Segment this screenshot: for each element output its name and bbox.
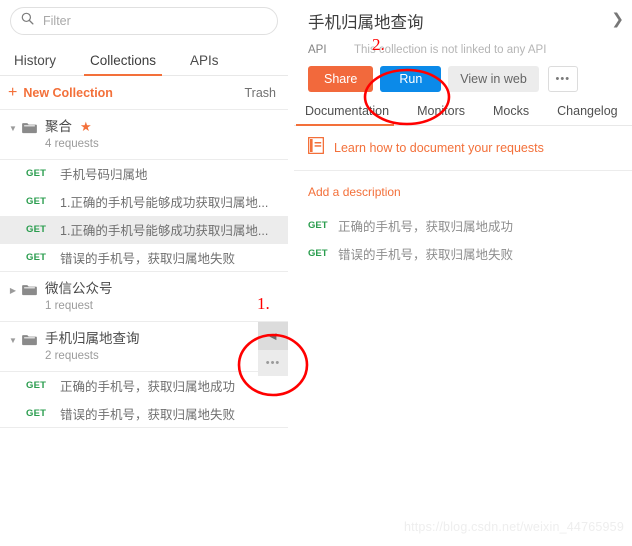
collapse-sidebar-button[interactable]: ◀ xyxy=(258,322,288,350)
collection-row-phone-lookup[interactable]: ▼ 手机归属地查询 2 requests ◀ ••• xyxy=(0,322,288,376)
search-icon xyxy=(21,12,34,30)
ellipsis-icon: ••• xyxy=(555,73,571,85)
close-icon[interactable]: ❯ xyxy=(611,12,624,27)
list-item[interactable]: GET 手机号码归属地 xyxy=(0,160,288,188)
request-name: 手机号码归属地 xyxy=(60,168,148,182)
tab-monitors[interactable]: Monitors xyxy=(408,104,474,125)
collection-more-button[interactable]: ••• xyxy=(258,350,288,376)
request-method: GET xyxy=(26,224,47,235)
list-item[interactable]: GET 1.正确的手机号能够成功获取归属地... xyxy=(0,216,288,244)
sidebar-action-row: + New Collection Trash xyxy=(0,76,288,110)
api-label: API xyxy=(308,44,327,56)
list-item[interactable]: GET 1.正确的手机号能够成功获取归属地... xyxy=(0,188,288,216)
run-button[interactable]: Run xyxy=(380,66,442,92)
list-item[interactable]: GET 正确的手机号，获取归属地成功 xyxy=(294,211,632,239)
folder-icon xyxy=(22,283,37,301)
list-item[interactable]: GET 错误的手机号，获取归属地失败 xyxy=(294,239,632,267)
postman-window: History Collections APIs + New Collectio… xyxy=(0,0,632,546)
collection-meta: 手机归属地查询 2 requests xyxy=(45,330,282,363)
tab-documentation[interactable]: Documentation xyxy=(296,104,398,126)
detail-more-button[interactable]: ••• xyxy=(547,66,578,92)
request-method: GET xyxy=(26,168,47,179)
collection-request-count: 2 requests xyxy=(45,350,99,362)
request-method: GET xyxy=(26,380,47,391)
request-name: 错误的手机号，获取归属地失败 xyxy=(60,408,236,422)
tab-changelog[interactable]: Changelog xyxy=(548,104,626,125)
collection-name: 手机归属地查询 xyxy=(45,330,282,347)
collection-meta: 微信公众号 1 request xyxy=(45,280,282,313)
request-method: GET xyxy=(26,252,47,263)
request-name: 错误的手机号，获取归属地失败 xyxy=(60,252,236,266)
star-icon[interactable]: ★ xyxy=(80,120,92,133)
sidebar-tabs: History Collections APIs xyxy=(0,42,288,76)
request-method: GET xyxy=(308,247,328,259)
detail-button-row: Share Run View in web ••• xyxy=(308,66,618,92)
list-item[interactable]: GET 正确的手机号，获取归属地成功 xyxy=(0,372,288,400)
learn-documentation-link[interactable]: Learn how to document your requests xyxy=(294,126,632,171)
page-title: 手机归属地查询 xyxy=(308,14,424,32)
detail-tabs: Documentation Monitors Mocks Changelog xyxy=(294,104,632,126)
request-name: 正确的手机号，获取归属地成功 xyxy=(60,380,236,394)
new-collection-label: New Collection xyxy=(23,85,113,100)
collection-detail-panel: 手机归属地查询 ❯ API This collection is not lin… xyxy=(294,0,632,546)
collection-meta: 聚合 ★ 4 requests xyxy=(45,118,282,151)
request-name: 1.正确的手机号能够成功获取归属地... xyxy=(60,196,269,210)
collection-name: 聚合 ★ xyxy=(45,118,282,135)
trash-button[interactable]: Trash xyxy=(245,86,277,100)
search-row xyxy=(0,0,288,42)
request-method: GET xyxy=(26,196,47,207)
folder-icon xyxy=(22,121,37,139)
caret-right-icon[interactable]: ▶ xyxy=(6,280,20,300)
detail-header: 手机归属地查询 ❯ API This collection is not lin… xyxy=(294,0,632,92)
tab-history[interactable]: History xyxy=(4,53,66,75)
collection-title: 聚合 xyxy=(45,119,72,134)
collection-tree: ▼ 聚合 ★ 4 requests GET 手机号码归属地 GET 1.正确的手… xyxy=(0,110,288,428)
request-name: 正确的手机号，获取归属地成功 xyxy=(338,219,514,234)
book-icon xyxy=(307,136,325,159)
ellipsis-icon: ••• xyxy=(265,357,281,369)
folder-icon xyxy=(22,333,37,351)
collection-request-count: 4 requests xyxy=(45,138,99,150)
collection-title: 微信公众号 xyxy=(45,281,113,296)
search-input[interactable] xyxy=(41,13,267,29)
list-item[interactable]: GET 错误的手机号，获取归属地失败 xyxy=(0,244,288,272)
list-item[interactable]: GET 错误的手机号，获取归属地失败 xyxy=(0,400,288,428)
api-link-status: This collection is not linked to any API xyxy=(354,44,547,56)
request-method: GET xyxy=(26,408,47,419)
collection-hover-actions: ◀ ••• xyxy=(258,322,288,376)
chevron-left-icon: ◀ xyxy=(269,330,277,341)
tab-apis[interactable]: APIs xyxy=(180,53,229,75)
collection-title: 手机归属地查询 xyxy=(45,331,140,346)
watermark: https://blog.csdn.net/weixin_44765959 xyxy=(403,520,624,534)
share-button[interactable]: Share xyxy=(308,66,374,92)
request-name: 错误的手机号，获取归属地失败 xyxy=(338,247,514,262)
request-method: GET xyxy=(308,219,328,231)
request-name: 1.正确的手机号能够成功获取归属地... xyxy=(60,224,269,238)
tab-collections[interactable]: Collections xyxy=(80,53,166,76)
detail-request-list: GET 正确的手机号，获取归属地成功 GET 错误的手机号，获取归属地失败 xyxy=(294,199,632,267)
learn-documentation-label: Learn how to document your requests xyxy=(334,141,544,155)
api-link-row: API This collection is not linked to any… xyxy=(308,44,618,56)
caret-down-icon[interactable]: ▼ xyxy=(6,118,20,138)
add-description-link[interactable]: Add a description xyxy=(294,171,632,199)
sidebar: History Collections APIs + New Collectio… xyxy=(0,0,288,546)
collection-row-juhe[interactable]: ▼ 聚合 ★ 4 requests xyxy=(0,110,288,160)
tab-mocks[interactable]: Mocks xyxy=(484,104,538,125)
collection-name: 微信公众号 xyxy=(45,280,282,297)
caret-down-icon[interactable]: ▼ xyxy=(6,330,20,350)
collection-row-wechat[interactable]: ▶ 微信公众号 1 request xyxy=(0,272,288,322)
new-collection-button[interactable]: + New Collection xyxy=(8,83,113,101)
view-in-web-button[interactable]: View in web xyxy=(448,66,539,92)
collection-request-count: 1 request xyxy=(45,300,93,312)
search-box[interactable] xyxy=(10,7,278,35)
plus-icon: + xyxy=(8,83,18,101)
